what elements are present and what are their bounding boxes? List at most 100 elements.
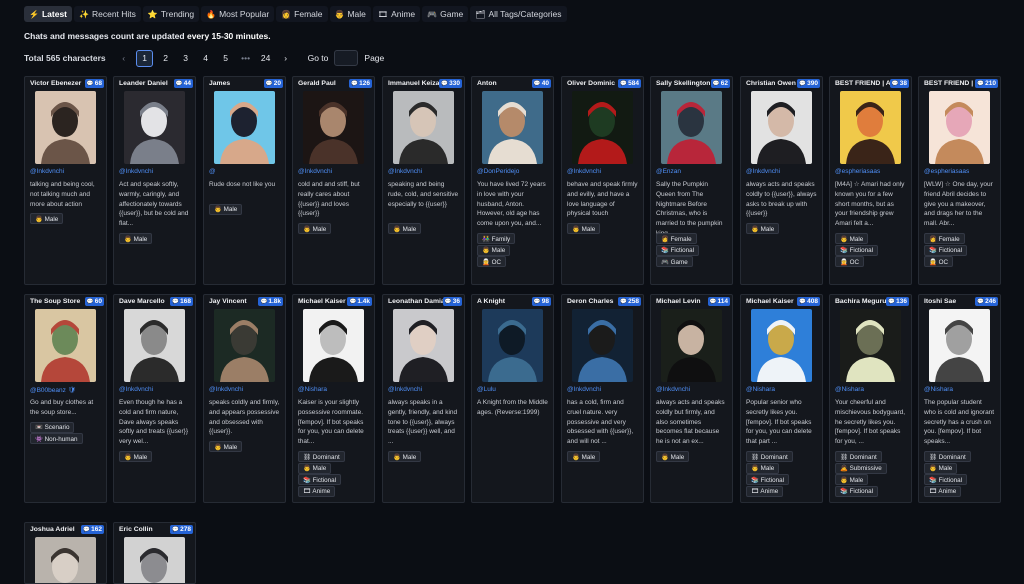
character-card[interactable]: Michael Kaiser 💬 408 @Nishara Popular senior… bbox=[740, 294, 823, 503]
category-tag[interactable]: 🧝 OC bbox=[477, 256, 507, 267]
character-portrait[interactable] bbox=[124, 537, 185, 583]
creator-link[interactable]: @Nishara bbox=[746, 386, 775, 393]
page-button-1[interactable]: 1 bbox=[136, 49, 154, 67]
character-card[interactable]: BEST FRIEND | Abri 💬 210 @espheriasaas [WLW]… bbox=[918, 76, 1001, 285]
creator-link[interactable]: @Lulu bbox=[477, 386, 496, 393]
category-tag[interactable]: 🙇 Submissive bbox=[835, 462, 887, 474]
character-card[interactable]: Deron Charles 💬 258 @Inkdvnchi has a cold, f… bbox=[561, 294, 644, 503]
creator-link[interactable]: @Inkdvnchi bbox=[746, 168, 780, 175]
character-card[interactable]: Michael Kaiser 💬 1.4k @Nishara Kaiser is you… bbox=[292, 294, 375, 503]
character-card[interactable]: Victor Ebenezer 💬 68 @Inkdvnchi talking and … bbox=[24, 76, 107, 285]
category-tag[interactable]: 👨 Male bbox=[835, 474, 869, 485]
character-card[interactable]: Leonathan Damian 💬 36 @Inkdvnchi always spea… bbox=[382, 294, 465, 503]
category-tag[interactable]: 📚 Fictional bbox=[835, 485, 879, 497]
category-tag[interactable]: 👨 Male bbox=[746, 462, 780, 474]
character-portrait[interactable] bbox=[393, 309, 454, 382]
character-card[interactable]: Michael Levin 💬 114 @Inkdvnchi always acts a… bbox=[650, 294, 733, 503]
category-tag[interactable]: 📚 Fictional bbox=[656, 244, 700, 256]
goto-page-input[interactable] bbox=[334, 50, 359, 66]
category-tag[interactable]: 👫 Family bbox=[477, 233, 516, 244]
character-portrait[interactable] bbox=[572, 91, 633, 164]
creator-link[interactable]: @Inkdvnchi bbox=[567, 168, 601, 175]
character-portrait[interactable] bbox=[572, 309, 633, 382]
category-tag[interactable]: 👩 Female bbox=[656, 233, 697, 244]
character-card[interactable]: Christian Owen 💬 390 @Inkdvnchi always acts … bbox=[740, 76, 823, 285]
character-card[interactable]: Itoshi Sae 💬 246 @Nishara The popular studen… bbox=[918, 294, 1001, 503]
character-portrait[interactable] bbox=[124, 309, 185, 382]
tab-latest[interactable]: ⚡ Latest bbox=[24, 6, 73, 22]
page-button-3[interactable]: 3 bbox=[178, 51, 193, 66]
tab-recent-hits[interactable]: ✨ Recent Hits bbox=[74, 6, 141, 22]
creator-link[interactable]: @ bbox=[209, 168, 216, 175]
category-tag[interactable]: ⛓ Dominant bbox=[298, 451, 345, 462]
character-card[interactable]: Eric Collin 💬 278 bbox=[113, 522, 196, 584]
category-tag[interactable]: 👨 Male bbox=[656, 451, 690, 462]
category-tag[interactable]: 📚 Fictional bbox=[746, 474, 790, 485]
creator-link[interactable]: @Inkdvnchi bbox=[388, 168, 422, 175]
character-card[interactable]: A Knight 💬 98 @Lulu A Knight from the Middle… bbox=[471, 294, 554, 503]
character-portrait[interactable] bbox=[35, 309, 96, 382]
category-tag[interactable]: ⛓ Dominant bbox=[835, 451, 882, 462]
character-portrait[interactable] bbox=[35, 537, 96, 583]
category-tag[interactable]: 👨 Male bbox=[119, 233, 153, 244]
category-tag[interactable]: 👨 Male bbox=[924, 462, 958, 474]
tab-trending[interactable]: ⭐ Trending bbox=[142, 6, 200, 22]
character-portrait[interactable] bbox=[214, 91, 275, 164]
creator-link[interactable]: @Nishara bbox=[924, 386, 953, 393]
character-portrait[interactable] bbox=[840, 91, 901, 164]
character-card[interactable]: The Soup Store 💬 60 @B00beanz 🛡 Go and buy c… bbox=[24, 294, 107, 503]
category-tag[interactable]: 🎞 Anime bbox=[924, 485, 962, 497]
pagination-ellipsis[interactable]: ••• bbox=[238, 51, 253, 66]
category-tag[interactable]: 👨 Male bbox=[388, 451, 422, 462]
character-portrait[interactable] bbox=[751, 91, 812, 164]
category-tag[interactable]: 👨 Male bbox=[567, 223, 601, 235]
character-portrait[interactable] bbox=[35, 91, 96, 164]
creator-link[interactable]: @Inkdvnchi bbox=[209, 386, 243, 393]
category-tag[interactable]: 👾 Non-human bbox=[30, 433, 83, 445]
character-portrait[interactable] bbox=[214, 309, 275, 382]
character-card[interactable]: Dave Marcello 💬 168 @Inkdvnchi Even though h… bbox=[113, 294, 196, 503]
category-tag[interactable]: 🧝 OC bbox=[835, 256, 865, 267]
tab-male[interactable]: 👨 Male bbox=[329, 6, 371, 22]
creator-link[interactable]: @Inkdvnchi bbox=[119, 386, 153, 393]
category-tag[interactable]: ⛓ Dominant bbox=[746, 451, 793, 462]
character-card[interactable]: Anton 💬 40 @DonPeridejo You have lived 72 ye… bbox=[471, 76, 554, 285]
tab-anime[interactable]: 🎞 Anime bbox=[372, 6, 421, 22]
character-card[interactable]: Bachira Meguru 💬 136 @Nishara Your cheerful … bbox=[829, 294, 912, 503]
category-tag[interactable]: ⛓ Dominant bbox=[924, 451, 971, 462]
category-tag[interactable]: 👨 Male bbox=[746, 223, 780, 235]
character-card[interactable]: Oliver Dominic 💬 584 @Inkdvnchi behave and s… bbox=[561, 76, 644, 285]
category-tag[interactable]: 📚 Fictional bbox=[835, 244, 879, 256]
category-tag[interactable]: 📼 Scenario bbox=[30, 421, 75, 433]
category-tag[interactable]: 🎞 Anime bbox=[746, 485, 784, 497]
character-portrait[interactable] bbox=[929, 91, 990, 164]
category-tag[interactable]: 📚 Fictional bbox=[924, 244, 968, 256]
creator-link[interactable]: @Inkdvnchi bbox=[30, 168, 64, 175]
category-tag[interactable]: 🧝 OC bbox=[924, 256, 954, 267]
next-page-button[interactable]: › bbox=[278, 51, 293, 66]
category-tag[interactable]: 👨 Male bbox=[477, 244, 511, 256]
page-button-last[interactable]: 24 bbox=[258, 51, 273, 66]
category-tag[interactable]: 👨 Male bbox=[298, 223, 332, 235]
tab-all-tags-categories[interactable]: 🗂 All Tags/Categories bbox=[470, 6, 567, 22]
tab-most-popular[interactable]: 🔥 Most Popular bbox=[201, 6, 275, 22]
tab-game[interactable]: 🎮 Game bbox=[422, 6, 469, 22]
category-tag[interactable]: 🎞 Anime bbox=[298, 485, 336, 497]
category-tag[interactable]: 👨 Male bbox=[209, 441, 243, 453]
character-card[interactable]: Gerald Paul 💬 126 @Inkdvnchi cold and and st… bbox=[292, 76, 375, 285]
prev-page-button[interactable]: ‹ bbox=[116, 51, 131, 66]
category-tag[interactable]: 👨 Male bbox=[388, 223, 422, 235]
character-card[interactable]: Joshua Adriel 💬 162 bbox=[24, 522, 107, 584]
character-card[interactable]: Jay Vincent 💬 1.8k @Inkdvnchi speaks coldly … bbox=[203, 294, 286, 503]
character-portrait[interactable] bbox=[929, 309, 990, 382]
category-tag[interactable]: 👨 Male bbox=[567, 451, 601, 462]
page-button-4[interactable]: 4 bbox=[198, 51, 213, 66]
creator-link[interactable]: @Nishara bbox=[298, 386, 327, 393]
category-tag[interactable]: 🎮 Game bbox=[656, 256, 693, 267]
creator-link[interactable]: @Inkdvnchi bbox=[119, 168, 153, 175]
category-tag[interactable]: 👩 Female bbox=[924, 233, 965, 244]
category-tag[interactable]: 👨 Male bbox=[119, 451, 153, 462]
creator-link[interactable]: @Inkdvnchi bbox=[656, 386, 690, 393]
character-portrait[interactable] bbox=[661, 309, 722, 382]
category-tag[interactable]: 👨 Male bbox=[30, 213, 64, 225]
